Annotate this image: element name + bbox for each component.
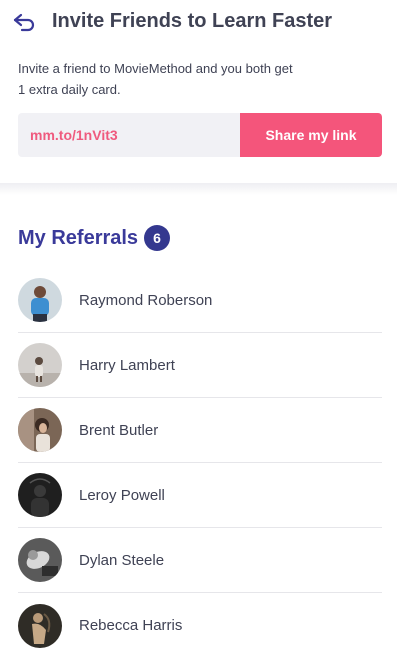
list-item[interactable]: Brent Butler xyxy=(18,398,382,463)
page-title: Invite Friends to Learn Faster xyxy=(52,10,333,32)
back-arrow-icon[interactable] xyxy=(10,10,38,34)
referral-name: Dylan Steele xyxy=(79,551,165,569)
referral-name: Raymond Roberson xyxy=(79,291,213,309)
referral-name: Brent Butler xyxy=(79,421,159,439)
list-item[interactable]: Raymond Roberson xyxy=(18,268,382,333)
referrals-header: My Referrals 6 xyxy=(18,225,171,251)
share-link-box: Share my link xyxy=(18,113,382,157)
referrals-list: Raymond Roberson Harry Lambert Brent But… xyxy=(18,268,382,658)
avatar xyxy=(18,278,62,322)
referrals-count-badge: 6 xyxy=(144,225,171,251)
avatar xyxy=(18,343,62,387)
avatar xyxy=(18,538,62,582)
referral-name: Rebecca Harris xyxy=(79,617,183,634)
referral-link-field[interactable] xyxy=(18,113,240,157)
referral-name: Harry Lambert xyxy=(79,356,175,374)
avatar xyxy=(18,603,62,648)
section-divider xyxy=(0,183,397,195)
avatar xyxy=(18,408,62,452)
invite-panel: Invite Friends to Learn Faster Invite a … xyxy=(0,0,397,183)
list-item[interactable]: Dylan Steele xyxy=(18,528,382,593)
invite-description: Invite a friend to MovieMethod and you b… xyxy=(18,61,293,97)
referral-name: Leroy Powell xyxy=(79,486,165,504)
referrals-title: My Referrals xyxy=(18,226,139,249)
list-item[interactable]: Rebecca Harris xyxy=(18,593,382,658)
avatar xyxy=(18,473,62,517)
list-item[interactable]: Leroy Powell xyxy=(18,463,382,528)
share-link-button[interactable]: Share my link xyxy=(240,113,382,157)
header: Invite Friends to Learn Faster xyxy=(0,0,397,42)
list-item[interactable]: Harry Lambert xyxy=(18,333,382,398)
